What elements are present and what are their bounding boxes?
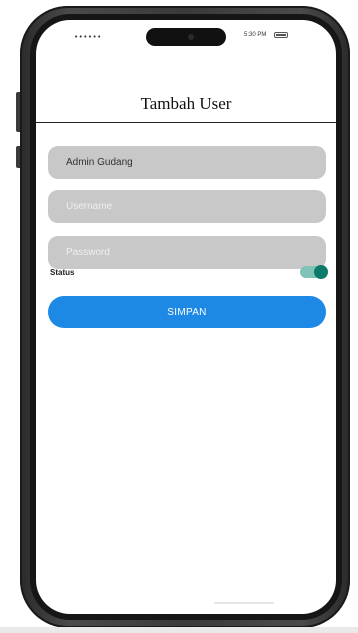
dynamic-island [146, 28, 226, 46]
signal-indicator: •••••• [74, 33, 102, 41]
page: •••••• 5:30 PM Tambah User Status SIMPAN [0, 0, 358, 633]
page-title: Tambah User [140, 94, 232, 113]
status-toggle[interactable] [300, 265, 328, 279]
camera-icon [188, 34, 194, 40]
status-time: 5:30 PM [244, 32, 267, 38]
save-button[interactable]: SIMPAN [48, 296, 326, 328]
app-header: Tambah User [36, 80, 336, 123]
role-field[interactable] [48, 146, 326, 179]
toggle-knob [314, 265, 328, 279]
phone-screen: •••••• 5:30 PM Tambah User Status SIMPAN [36, 20, 336, 614]
password-field[interactable] [48, 236, 326, 269]
status-label: Status [50, 268, 75, 277]
status-bar: •••••• 5:30 PM [36, 20, 336, 54]
username-field[interactable] [48, 190, 326, 223]
bottom-shadow [0, 627, 358, 633]
battery-level [276, 34, 286, 36]
battery-icon [274, 32, 288, 38]
home-indicator [214, 602, 274, 604]
